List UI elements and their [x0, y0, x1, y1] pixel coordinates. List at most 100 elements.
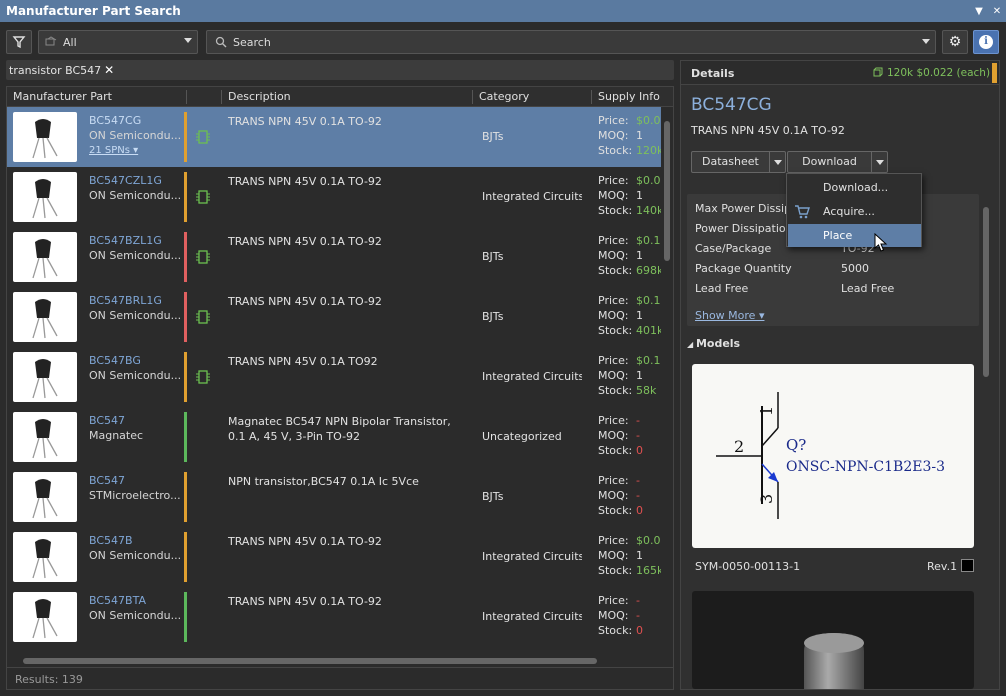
price-value: -	[636, 594, 640, 607]
scope-select[interactable]: All	[38, 30, 198, 54]
search-icon	[215, 36, 227, 48]
part-number-link[interactable]: BC547	[89, 414, 125, 427]
manufacturer: ON Semicondu...	[89, 309, 181, 322]
part-number-link[interactable]: BC547CZL1G	[89, 174, 162, 187]
moq-value: 1	[636, 189, 643, 202]
info-button[interactable]: i	[973, 30, 999, 54]
table-row[interactable]: BC547CG ON Semicondu... 21 SPNs ▾ TRANS …	[7, 107, 661, 167]
chevron-down-icon[interactable]	[871, 152, 887, 172]
chevron-down-icon[interactable]	[922, 39, 930, 44]
chevron-down-icon	[184, 38, 192, 43]
moq-value: 1	[636, 249, 643, 262]
price-value: $0.13	[636, 294, 661, 307]
part-image	[13, 232, 77, 282]
menu-item-acquire[interactable]: Acquire...	[788, 200, 921, 223]
part-number-link[interactable]: BC547BTA	[89, 594, 146, 607]
part-description: TRANS NPN 45V 0.1A TO-92	[228, 295, 382, 308]
close-icon[interactable]: ✕	[988, 6, 1006, 17]
parameter-value: Lead Free	[841, 282, 895, 295]
table-row[interactable]: BC547BRL1G ON Semicondu... TRANS NPN 45V…	[7, 287, 661, 347]
part-number-link[interactable]: BC547BZL1G	[89, 234, 162, 247]
price-value: $0.08	[636, 534, 661, 547]
table-row[interactable]: BC547B ON Semicondu... TRANS NPN 45V 0.1…	[7, 527, 661, 587]
models-section-header[interactable]: ◢ Models	[687, 337, 740, 350]
part-description: TRANS NPN 45V 0.1A TO-92	[228, 535, 382, 548]
details-scrollbar[interactable]	[983, 207, 989, 377]
table-row[interactable]: BC547 Magnatec Magnatec BC547 NPN Bipola…	[7, 407, 661, 467]
part-number-link[interactable]: BC547BRL1G	[89, 294, 162, 307]
status-stripe	[184, 412, 187, 462]
supply-info: Price: MOQ: Stock: $0.02 1 120k	[598, 113, 661, 158]
price-value: -	[636, 474, 640, 487]
vertical-scrollbar[interactable]	[661, 107, 673, 655]
parameter-row: Package Quantity 5000	[695, 262, 975, 282]
part-description: TRANS NPN 45V 0.1A TO-92	[228, 115, 382, 128]
search-input[interactable]	[233, 35, 883, 49]
menu-item-place[interactable]: Place	[788, 224, 921, 247]
part-number-link[interactable]: BC547BG	[89, 354, 141, 367]
results-rows: BC547CG ON Semicondu... 21 SPNs ▾ TRANS …	[7, 107, 661, 655]
header-category[interactable]: Category	[479, 90, 529, 103]
datasheet-label[interactable]: Datasheet	[692, 152, 769, 172]
spns-link[interactable]: 21 SPNs ▾	[89, 145, 138, 156]
part-description: NPN transistor,BC547 0.1A Ic 5Vce	[228, 475, 419, 488]
search-box[interactable]	[206, 30, 936, 54]
part-category: BJTs	[482, 490, 504, 503]
table-row[interactable]: BC547BG ON Semicondu... TRANS NPN 45V 0.…	[7, 347, 661, 407]
3d-model-icon	[804, 633, 864, 689]
part-number-link[interactable]: BC547B	[89, 534, 133, 547]
part-description: TRANS NPN 45V 0.1A TO92	[228, 355, 378, 368]
header-supply[interactable]: Supply Info	[598, 90, 660, 103]
horizontal-scrollbar[interactable]	[7, 655, 661, 667]
remove-query-icon[interactable]: ✕	[104, 63, 114, 77]
table-row[interactable]: BC547 STMicroelectro... NPN transistor,B…	[7, 467, 661, 527]
3d-model-preview[interactable]	[692, 591, 974, 689]
pin3-label: 3	[757, 494, 776, 504]
table-row[interactable]: BC547BTA ON Semicondu... TRANS NPN 45V 0…	[7, 587, 661, 647]
details-panel: Details 120k $0.022 (each) BC547CG TRANS…	[680, 60, 1000, 690]
collapse-triangle-icon: ◢	[687, 340, 696, 349]
manufacturer: ON Semicondu...	[89, 249, 181, 262]
status-stripe	[184, 592, 187, 642]
datasheet-button[interactable]: Datasheet	[691, 151, 786, 173]
supply-info: Price: MOQ: Stock: $0.13 1 698k	[598, 233, 661, 278]
download-button[interactable]: Download	[787, 151, 888, 173]
part-number-link[interactable]: BC547	[89, 474, 125, 487]
menu-item-download[interactable]: Download...	[788, 176, 921, 199]
stock-value: 120k	[636, 144, 661, 157]
status-stripe	[184, 172, 187, 222]
query-bar: transistor BC547 ✕	[6, 60, 674, 80]
symbol-name: ONSC-NPN-C1B2E3-3	[786, 459, 945, 475]
moq-value: 1	[636, 369, 643, 382]
show-more-link[interactable]: Show More ▾	[695, 309, 764, 322]
price-value: $0.02	[636, 114, 661, 127]
supply-info: Price: MOQ: Stock: $0.08 1 165k	[598, 533, 661, 578]
price-value: $0.15	[636, 354, 661, 367]
table-row[interactable]: BC547BZL1G ON Semicondu... TRANS NPN 45V…	[7, 227, 661, 287]
filter-icon	[12, 36, 26, 49]
panel-menu-icon[interactable]: ▼	[970, 6, 988, 17]
part-category: BJTs	[482, 310, 504, 323]
supply-indicator	[992, 63, 997, 83]
stock-value: 0	[636, 504, 643, 517]
filter-button[interactable]	[6, 30, 32, 54]
download-label[interactable]: Download	[788, 152, 871, 172]
header-part[interactable]: Manufacturer Part	[13, 90, 112, 103]
part-description: TRANS NPN 45V 0.1A TO-92	[228, 235, 382, 248]
window-title: Manufacturer Part Search	[6, 4, 181, 18]
manufacturer: ON Semicondu...	[89, 189, 181, 202]
chevron-down-icon[interactable]	[768, 152, 785, 172]
stock-summary: 120k $0.022 (each)	[873, 67, 990, 79]
symbol-preview[interactable]: 2 1 3 Q? ONSC-NPN-C1B2E3-3	[692, 364, 974, 548]
part-number-link[interactable]: BC547CG	[89, 114, 141, 127]
settings-button[interactable]: ⚙	[942, 30, 968, 54]
part-description: TRANS NPN 45V 0.1A TO-92	[228, 175, 382, 188]
stock-value: 165k	[636, 564, 661, 577]
table-row[interactable]: BC547CZL1G ON Semicondu... TRANS NPN 45V…	[7, 167, 661, 227]
moq-value: -	[636, 429, 640, 442]
details-title: Details	[691, 67, 735, 80]
manufacturer: ON Semicondu...	[89, 369, 181, 382]
header-description[interactable]: Description	[228, 90, 291, 103]
toolbar: All ⚙ i	[0, 22, 1006, 60]
gear-icon: ⚙	[948, 34, 962, 50]
